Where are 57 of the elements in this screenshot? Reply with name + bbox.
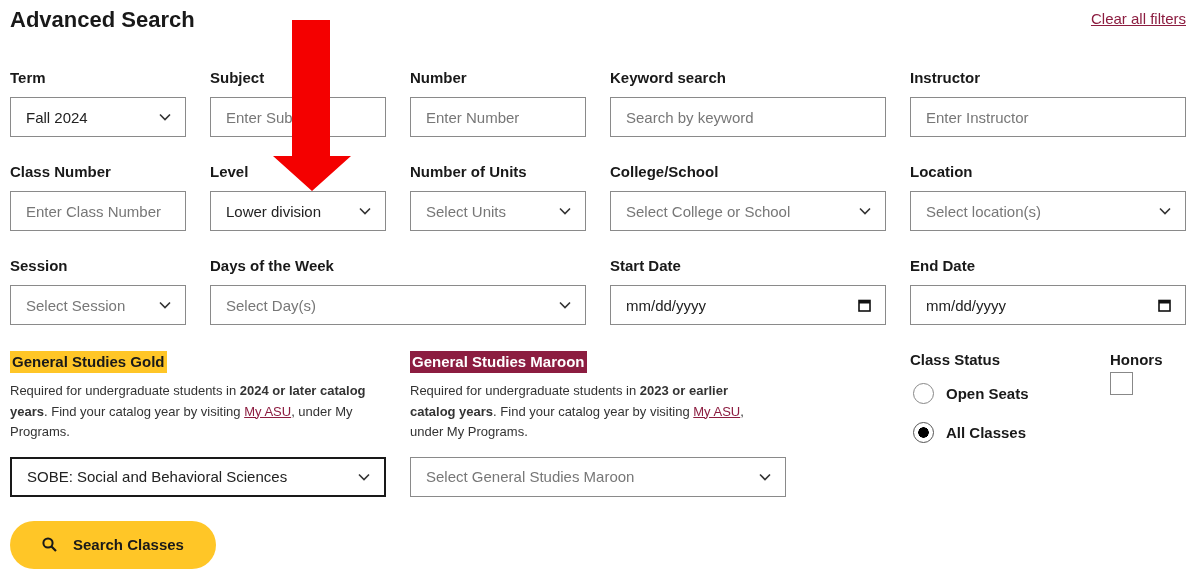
- dropdown-field[interactable]: Select Units: [410, 191, 586, 231]
- radio-label[interactable]: All Classes: [946, 424, 1027, 441]
- section-heading: General Studies Gold: [10, 351, 167, 373]
- text-field[interactable]: Search by keyword: [610, 97, 886, 137]
- field-label: Days of the Week: [210, 257, 335, 275]
- chevron-down-icon: [559, 207, 571, 215]
- dropdown-field[interactable]: SOBE: Social and Behavioral Sciences: [10, 456, 386, 497]
- field-label: End Date: [910, 257, 976, 275]
- field-label: Session: [10, 257, 69, 275]
- description-text: Required for undergraduate students in 2024 or later catalog years. Find your catalog year by visiting My ASU, under My Programs.: [10, 382, 367, 441]
- text-field[interactable]: Enter Class Number: [10, 191, 186, 231]
- radio-label[interactable]: Open Seats: [946, 385, 1029, 402]
- clear-filters-link[interactable]: Clear all filters: [1090, 10, 1186, 27]
- field-label: Subject: [210, 69, 266, 87]
- field-label: Number of Units: [410, 163, 528, 181]
- dropdown-field[interactable]: Select Session: [10, 285, 186, 325]
- chevron-down-icon: [1159, 207, 1171, 215]
- field-label: Location: [910, 163, 974, 181]
- field-label: Keyword search: [610, 69, 727, 87]
- date-field[interactable]: mm/dd/yyyy: [910, 285, 1186, 325]
- text-field[interactable]: Enter Number: [410, 97, 586, 137]
- my-asu-link[interactable]: My ASU: [693, 403, 741, 419]
- chevron-down-icon: [358, 472, 370, 481]
- section-heading: General Studies Maroon: [410, 351, 587, 373]
- field-label: College/School: [610, 163, 720, 181]
- field-label: Level: [210, 163, 250, 181]
- chevron-down-icon: [159, 113, 171, 121]
- search-button[interactable]: Search Classes: [10, 520, 216, 569]
- calendar-icon: [1158, 298, 1171, 312]
- page-title: Advanced Search: [10, 7, 195, 33]
- field-label: Term: [10, 69, 47, 87]
- radio-button[interactable]: [913, 383, 934, 404]
- date-field[interactable]: mm/dd/yyyy: [610, 285, 886, 325]
- chevron-down-icon: [159, 301, 171, 309]
- my-asu-link[interactable]: My ASU: [244, 403, 292, 419]
- field-label: Class Number: [10, 163, 112, 181]
- text-field[interactable]: Enter Instructor: [910, 97, 1186, 137]
- dropdown-field[interactable]: Fall 2024: [10, 97, 186, 137]
- field-label: Honors: [1110, 351, 1163, 369]
- field-label: Instructor: [910, 69, 981, 87]
- chevron-down-icon: [859, 207, 871, 215]
- dropdown-field[interactable]: Select Day(s): [210, 285, 586, 325]
- dropdown-field[interactable]: Select General Studies Maroon: [410, 456, 786, 497]
- chevron-down-icon: [559, 301, 571, 309]
- dropdown-field[interactable]: Select College or School: [610, 191, 886, 231]
- checkbox[interactable]: [1110, 372, 1133, 395]
- search-icon: [42, 537, 57, 552]
- field-label: Class Status: [910, 351, 1002, 369]
- chevron-down-icon: [759, 472, 771, 481]
- field-label: Start Date: [610, 257, 682, 275]
- calendar-icon: [858, 298, 871, 312]
- dropdown-field[interactable]: Select location(s): [910, 191, 1186, 231]
- radio-button[interactable]: [913, 422, 934, 443]
- dropdown-field[interactable]: Lower division: [210, 191, 386, 231]
- chevron-down-icon: [359, 207, 371, 215]
- description-text: Required for undergraduate students in 2023 or earlier catalog years. Find your catalog year by visiting My ASU, under My Programs.: [410, 382, 745, 441]
- field-label: Number: [410, 69, 468, 87]
